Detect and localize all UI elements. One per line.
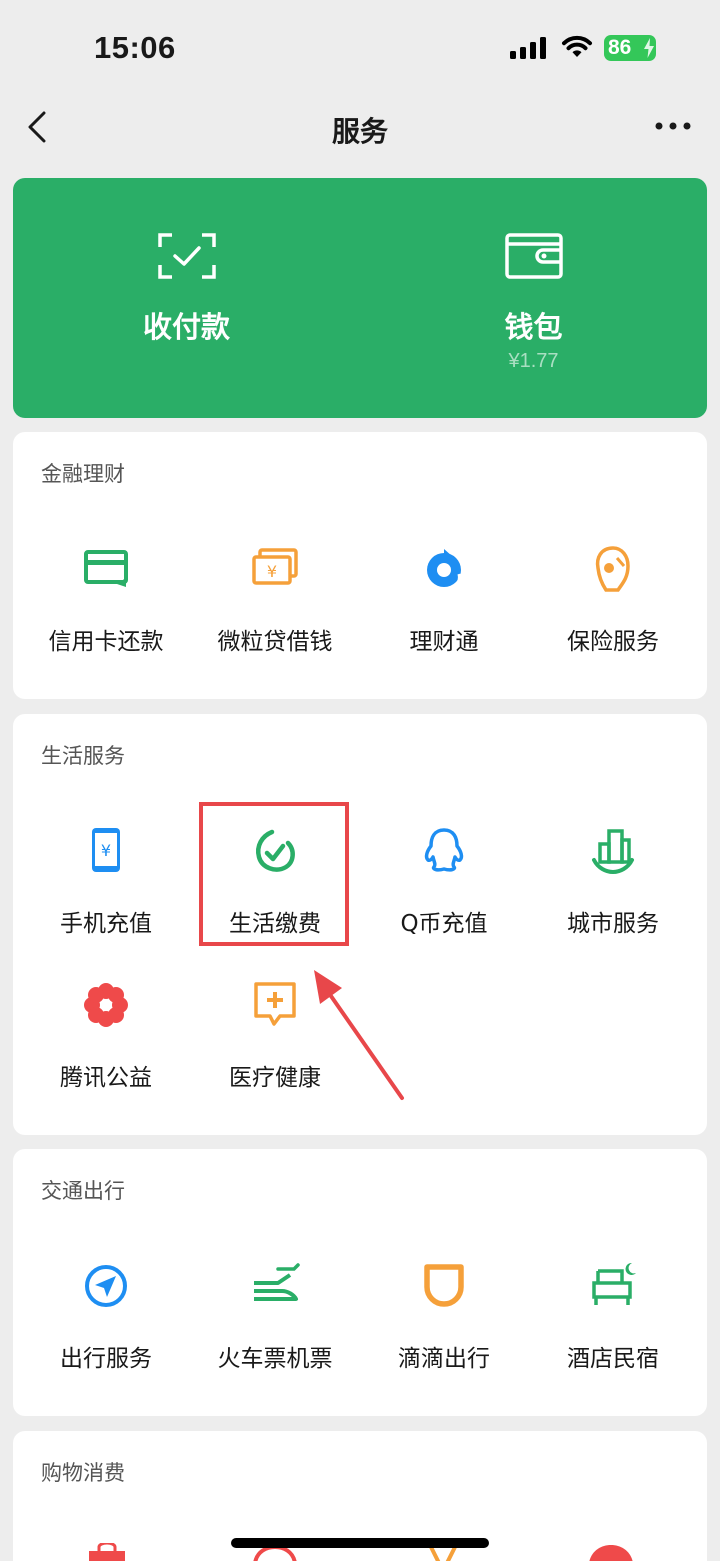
weilidai-loan-button[interactable]: ¥ 微粒贷借钱 [190, 544, 360, 674]
grid-item-label: Q币充值 [400, 911, 488, 937]
section-title-shopping: 购物消费 [41, 1461, 125, 1485]
hotel-button[interactable]: 酒店民宿 [528, 1261, 698, 1391]
section-title-travel: 交通出行 [41, 1179, 125, 1203]
travel-service-button[interactable]: 出行服务 [21, 1261, 191, 1391]
highlight-annotation-box [199, 802, 349, 946]
train-plane-ticket-button[interactable]: 火车票机票 [190, 1261, 360, 1391]
didi-button[interactable]: 滴滴出行 [359, 1261, 529, 1391]
grid-item-label: 城市服务 [567, 911, 659, 937]
battery-level: 86 [608, 36, 632, 59]
insurance-button[interactable]: 保险服务 [528, 544, 698, 674]
credit-card-icon [84, 550, 128, 587]
travel-section: 交通出行 出行服务 火车票机票 滴滴出行 酒店民宿 [13, 1149, 707, 1416]
pay-receive-label: 收付款 [142, 310, 230, 344]
shopping-partial-icon-4 [589, 1545, 633, 1561]
status-bar: 15:06 86 [0, 0, 720, 96]
finance-section: 金融理财 信用卡还款 ¥ 微粒贷借钱 理财通 保险服务 [13, 432, 707, 699]
travel-service-icon [85, 1265, 127, 1307]
charity-icon [84, 983, 128, 1027]
phone-recharge-icon: ¥ [92, 828, 120, 872]
wallet-button[interactable]: 钱包 ¥1.77 [360, 178, 707, 418]
credit-card-repay-button[interactable]: 信用卡还款 [21, 544, 191, 674]
grid-item-label: 手机充值 [60, 911, 152, 937]
svg-text:¥: ¥ [267, 562, 277, 581]
home-indicator [231, 1538, 489, 1548]
grid-item-label: 保险服务 [567, 629, 659, 655]
wallet-label: 钱包 [504, 310, 563, 344]
nav-bar: 服务 [0, 96, 720, 160]
shopping-bag-icon [89, 1543, 125, 1561]
more-options-icon[interactable] [655, 122, 691, 130]
loan-icon: ¥ [252, 548, 298, 585]
grid-item-label: 火车票机票 [217, 1346, 333, 1372]
wallet-banner: 收付款 钱包 ¥1.77 [13, 178, 707, 418]
tencent-charity-button[interactable]: 腾讯公益 [21, 980, 191, 1110]
grid-item-label: 信用卡还款 [48, 629, 164, 655]
didi-icon [424, 1264, 464, 1307]
licaitong-button[interactable]: 理财通 [359, 544, 529, 674]
charging-bolt-icon [644, 38, 654, 58]
qq-coin-icon [424, 828, 464, 872]
wallet-balance: ¥1.77 [508, 350, 559, 372]
insurance-icon [595, 546, 630, 592]
qq-coin-button[interactable]: Q币充值 [359, 826, 529, 956]
page-title: 服务 [331, 115, 388, 148]
grid-item-label: 理财通 [409, 629, 479, 655]
grid-item-label: 滴滴出行 [398, 1346, 490, 1372]
section-title-finance: 金融理财 [41, 462, 125, 486]
medical-icon [254, 982, 296, 1026]
train-plane-icon [254, 1263, 300, 1301]
status-time: 15:06 [94, 30, 176, 65]
grid-item-label: 出行服务 [60, 1346, 152, 1372]
hotel-icon [592, 1262, 636, 1305]
grid-item-label: 酒店民宿 [567, 1346, 659, 1372]
pay-receive-button[interactable]: 收付款 [13, 178, 360, 418]
grid-item-label: 微粒贷借钱 [217, 629, 333, 655]
wealth-icon [427, 549, 461, 591]
grid-item-label: 腾讯公益 [60, 1065, 152, 1091]
annotation-arrow-icon [314, 970, 404, 1100]
svg-text:¥: ¥ [101, 841, 111, 860]
phone-recharge-button[interactable]: ¥ 手机充值 [21, 826, 191, 956]
wallet-icon [504, 233, 563, 279]
battery-icon: 86 [604, 35, 656, 61]
city-service-button[interactable]: 城市服务 [528, 826, 698, 956]
scan-pay-icon [157, 233, 216, 279]
city-service-icon [592, 829, 634, 875]
wifi-icon [562, 35, 592, 57]
signal-icon [510, 37, 546, 59]
section-title-life: 生活服务 [41, 744, 125, 768]
